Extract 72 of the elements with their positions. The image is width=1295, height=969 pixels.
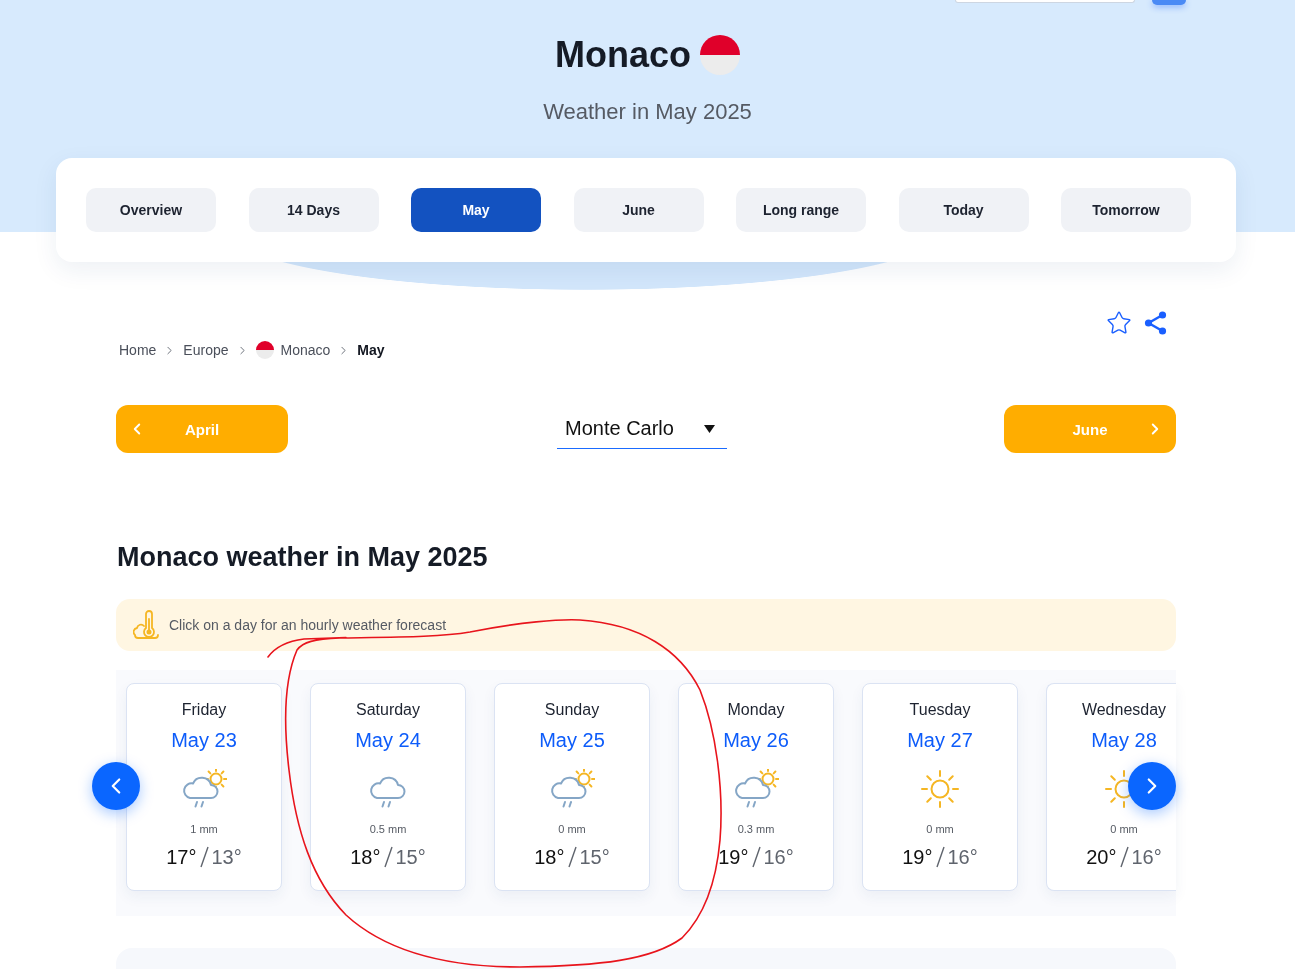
weekday-text: Friday <box>181 700 227 720</box>
location-select[interactable]: Monte Carlo <box>557 409 727 449</box>
high-temperature: 19° <box>902 845 933 869</box>
breadcrumb-link[interactable]: Monaco <box>280 342 331 358</box>
nav-tab[interactable]: June <box>573 188 704 232</box>
page-title: Monaco <box>555 33 691 77</box>
previous-button[interactable] <box>92 762 140 810</box>
share-icon <box>1144 311 1167 335</box>
high-temperature: 20° <box>1086 845 1117 869</box>
high-temperature: 18° <box>350 845 381 869</box>
nav-tab[interactable]: Overview <box>86 188 216 232</box>
sun-cloud-rain-icon <box>733 769 779 809</box>
weekday-text: Saturday <box>355 700 420 720</box>
slash-icon <box>567 846 577 868</box>
precipitation-text: 0 mm <box>926 822 954 836</box>
slash-icon <box>1119 846 1129 868</box>
hint-text: Click on a day for an hourly weather forecast <box>169 617 447 633</box>
nav-tab[interactable]: 14 Days <box>248 188 379 232</box>
search-field[interactable] <box>955 0 1135 3</box>
breadcrumb-link[interactable]: May <box>357 342 385 358</box>
low-temperature: 15° <box>579 845 610 869</box>
date-text: May 24 <box>355 728 421 752</box>
slash-icon <box>751 846 761 868</box>
share-button[interactable] <box>1144 311 1167 335</box>
nav-tab[interactable]: Today <box>898 188 1029 232</box>
weekday-text: Tuesday <box>909 700 971 720</box>
high-temperature: 19° <box>718 845 749 869</box>
flag-icon <box>700 35 740 75</box>
date-text: May 26 <box>723 728 789 752</box>
precipitation-text: 1 mm <box>190 822 218 836</box>
sun-icon <box>920 769 960 809</box>
thermometer-icon <box>133 610 160 640</box>
section-heading: Monaco weather in May 2025 <box>117 541 489 574</box>
low-temperature: 16° <box>763 845 794 869</box>
slash-icon <box>383 846 393 868</box>
low-temperature: 13° <box>211 845 242 869</box>
weekday-text: Monday <box>727 700 785 720</box>
nav-tab[interactable]: Long range <box>736 188 866 232</box>
low-temperature: 16° <box>1131 845 1162 869</box>
page-subtitle: Weather in May 2025 <box>543 98 752 126</box>
weekday-text: Sunday <box>544 700 600 720</box>
precipitation-text: 0 mm <box>1110 822 1138 836</box>
day-card[interactable]: Monday May 26 0.3 mm 19° 16° <box>678 683 834 891</box>
day-card[interactable]: Saturday May 24 0.5 mm 18° 15° <box>310 683 466 891</box>
day-card[interactable]: Friday May 23 1 mm 17° 13° <box>126 683 282 891</box>
day-card[interactable]: Wednesday May 28 0 mm 20° 16° <box>1046 683 1176 891</box>
low-temperature: 16° <box>947 845 978 869</box>
date-text: May 27 <box>907 728 973 752</box>
flag-icon <box>255 341 274 359</box>
day-card[interactable]: Tuesday May 27 0 mm 19° 16° <box>862 683 1018 891</box>
slash-icon <box>935 846 945 868</box>
precipitation-text: 0 mm <box>558 822 586 836</box>
sun-cloud-rain-icon <box>181 769 227 809</box>
high-temperature: 17° <box>166 845 197 869</box>
slash-icon <box>199 846 209 868</box>
day-card[interactable]: Sunday May 25 0 mm 18° 15° <box>494 683 650 891</box>
low-temperature: 15° <box>395 845 426 869</box>
breadcrumb-link[interactable]: Home <box>119 342 157 358</box>
sun-cloud-rain-icon <box>549 769 595 809</box>
precipitation-text: 0.5 mm <box>369 822 407 836</box>
date-text: May 25 <box>539 728 605 752</box>
weekday-text: Wednesday <box>1081 700 1167 720</box>
nav-tab[interactable]: May <box>411 188 541 232</box>
nav-tab[interactable]: Tomorrow <box>1061 188 1191 232</box>
date-text: May 28 <box>1091 728 1157 752</box>
caret-icon <box>704 424 715 433</box>
star-icon <box>1106 310 1132 336</box>
high-temperature: 18° <box>534 845 565 869</box>
precipitation-text: 0.3 mm <box>737 822 775 836</box>
favorite-button[interactable] <box>1106 310 1132 336</box>
date-text: May 23 <box>171 728 237 752</box>
breadcrumb-link[interactable]: Europe <box>183 342 229 358</box>
